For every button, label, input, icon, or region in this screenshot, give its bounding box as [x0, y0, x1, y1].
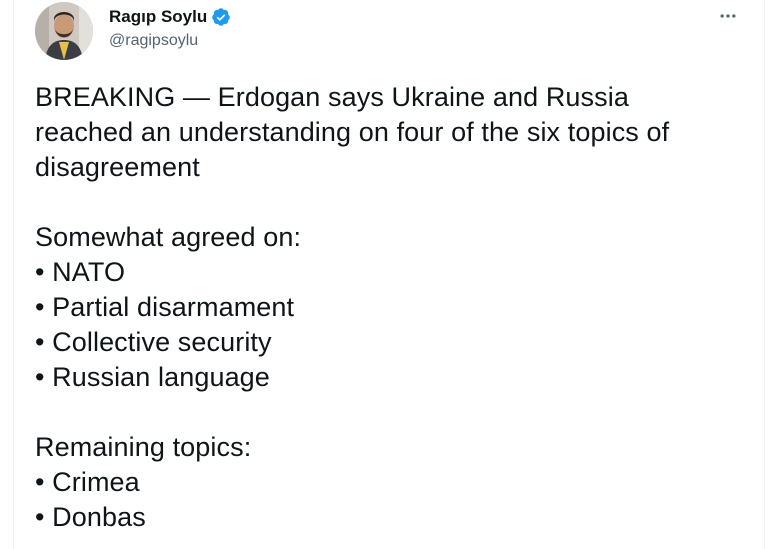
- author-handle[interactable]: @ragipsoylu: [109, 31, 198, 51]
- author-name-row[interactable]: Ragıp Soylu: [109, 6, 231, 28]
- tweet-card: Ragıp Soylu @ragipsoylu BREAKING — Erdog…: [13, 0, 765, 549]
- agreed-heading: Somewhat agreed on:: [35, 222, 302, 252]
- remaining-heading: Remaining topics:: [35, 432, 252, 462]
- remaining-item: Donbas: [35, 500, 735, 535]
- avatar-image: [35, 2, 93, 60]
- more-horizontal-icon: [720, 14, 736, 18]
- agreed-item: Collective security: [35, 325, 735, 360]
- tweet-text: BREAKING — Erdogan says Ukraine and Russ…: [35, 80, 735, 535]
- author-name[interactable]: Ragıp Soylu: [109, 6, 207, 28]
- avatar[interactable]: [35, 2, 93, 60]
- remaining-item: Crimea: [35, 465, 735, 500]
- verified-badge-icon: [211, 7, 231, 27]
- agreed-item: Russian language: [35, 360, 735, 395]
- agreed-item: NATO: [35, 255, 735, 290]
- agreed-item: Partial disarmament: [35, 290, 735, 325]
- more-options-button[interactable]: [716, 4, 740, 28]
- headline-line: BREAKING — Erdogan says Ukraine and Russ…: [35, 82, 629, 112]
- headline-line: disagreement: [35, 152, 200, 182]
- headline-line: reached an understanding on four of the …: [35, 117, 670, 147]
